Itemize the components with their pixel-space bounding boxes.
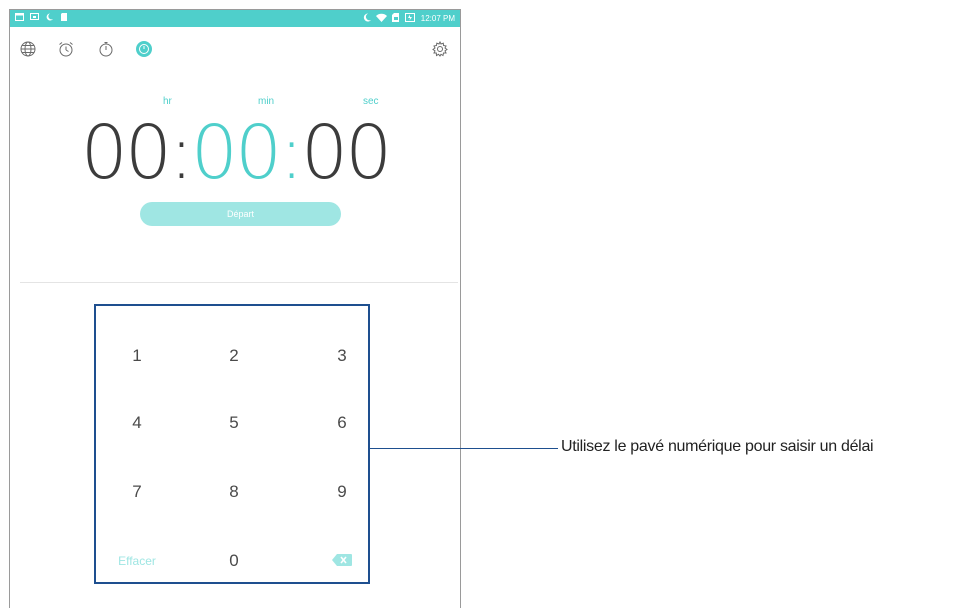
key-0[interactable]: 0 — [194, 541, 274, 581]
globe-icon[interactable] — [18, 39, 38, 59]
hours-label: hr — [163, 96, 172, 107]
sim-icon — [391, 13, 400, 24]
status-bar-right-icons: 12:07 PM — [363, 13, 455, 24]
status-bar: 12:07 PM — [10, 10, 460, 27]
key-8[interactable]: 8 — [194, 472, 274, 512]
key-1[interactable]: 1 — [97, 336, 177, 376]
moon-icon — [45, 13, 54, 21]
timer-minutes[interactable]: 00 — [191, 110, 282, 196]
timer-seconds[interactable]: 00 — [301, 110, 392, 196]
tablet-screen: 12:07 PM hr min sec 00:00:00 Départ 1 2 … — [9, 9, 461, 608]
battery-charging-icon — [404, 13, 416, 24]
timer-display[interactable]: 00:00:00 — [10, 108, 460, 198]
status-time: 12:07 PM — [420, 13, 455, 23]
key-6[interactable]: 6 — [302, 403, 382, 443]
divider — [20, 282, 458, 283]
screen-icon — [30, 13, 39, 21]
key-2[interactable]: 2 — [194, 336, 274, 376]
seconds-label: sec — [363, 96, 379, 107]
stopwatch-icon[interactable] — [96, 39, 116, 59]
timer-icon[interactable] — [134, 39, 154, 59]
key-3[interactable]: 3 — [302, 336, 382, 376]
clear-button[interactable]: Effacer — [97, 541, 177, 581]
backspace-icon — [332, 551, 352, 571]
start-button[interactable]: Départ — [140, 202, 341, 226]
wifi-icon — [375, 13, 387, 24]
sd-card-icon — [60, 13, 69, 21]
moon-icon — [363, 13, 371, 24]
timer-separator: : — [168, 110, 194, 196]
key-7[interactable]: 7 — [97, 472, 177, 512]
alarm-clock-icon[interactable] — [56, 39, 76, 59]
status-bar-left-icons — [15, 13, 69, 21]
numeric-keypad: 1 2 3 4 5 6 7 8 9 Effacer 0 — [94, 304, 370, 584]
timer-hours[interactable]: 00 — [81, 110, 172, 196]
timer-separator: : — [279, 110, 304, 196]
backspace-button[interactable] — [302, 541, 382, 581]
clock-toolbar — [10, 27, 460, 71]
key-4[interactable]: 4 — [97, 403, 177, 443]
gear-icon[interactable] — [430, 39, 450, 59]
callout-line — [370, 448, 558, 449]
key-5[interactable]: 5 — [194, 403, 274, 443]
key-9[interactable]: 9 — [302, 472, 382, 512]
callout-text: Utilisez le pavé numérique pour saisir u… — [561, 438, 874, 455]
notification-icon — [15, 13, 24, 21]
minutes-label: min — [258, 96, 275, 107]
